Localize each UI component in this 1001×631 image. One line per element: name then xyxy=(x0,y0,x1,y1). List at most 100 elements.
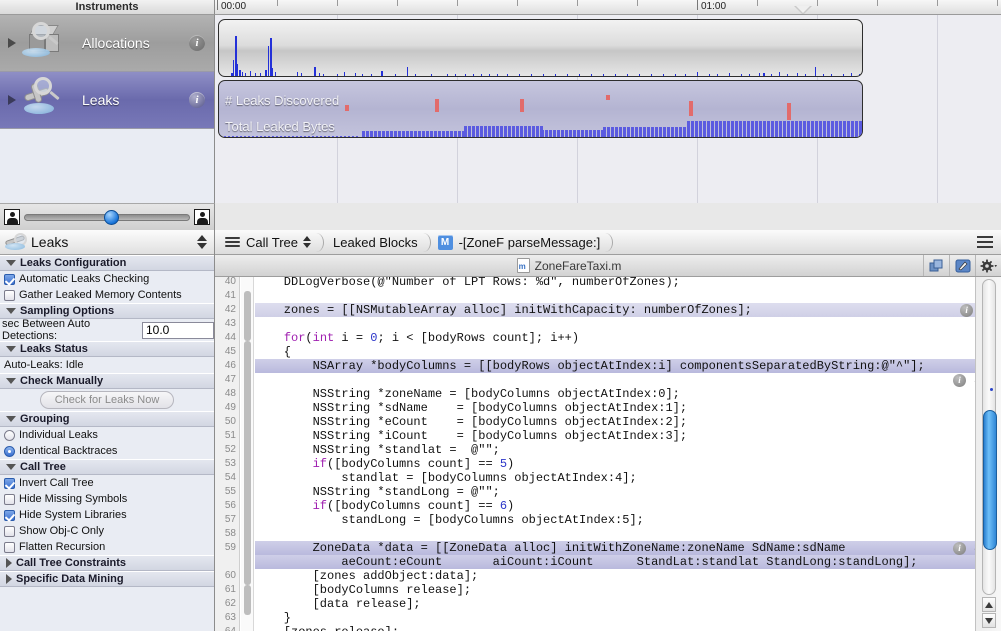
scrollbar-thumb[interactable] xyxy=(983,410,997,550)
leak-bytes-bar xyxy=(488,126,491,137)
triangle-down-icon[interactable] xyxy=(6,416,16,422)
code-folding-ribbon[interactable] xyxy=(241,277,254,631)
playhead-marker[interactable] xyxy=(794,6,812,14)
breadcrumb-selected-symbol[interactable]: M -[ZoneF parseMessage:] xyxy=(430,230,613,255)
list-menu-icon[interactable] xyxy=(977,233,993,251)
config-radio-row[interactable]: Identical Backtraces xyxy=(0,443,214,459)
config-checkbox-label: Hide Missing Symbols xyxy=(19,493,128,505)
disclosure-triangle-icon[interactable] xyxy=(8,95,16,105)
triangle-down-icon[interactable] xyxy=(6,378,16,384)
leak-bytes-bar xyxy=(851,121,854,137)
triangle-down-icon[interactable] xyxy=(6,464,16,470)
check-for-leaks-now-button[interactable]: Check for Leaks Now xyxy=(39,391,175,409)
config-section-header[interactable]: Specific Data Mining xyxy=(0,571,214,587)
leaks-discovered-marker xyxy=(520,99,524,112)
track-zoom-slider[interactable] xyxy=(0,203,215,230)
instrument-row-leaks[interactable]: Leaks i xyxy=(0,72,214,129)
info-icon[interactable]: i xyxy=(960,303,974,317)
person-large-icon[interactable] xyxy=(194,209,210,225)
checkbox-icon[interactable] xyxy=(4,509,15,521)
triangle-down-icon[interactable] xyxy=(6,308,16,314)
alloc-sample-bar xyxy=(431,74,432,76)
instruments-column-header: Instruments xyxy=(0,0,215,15)
leak-bytes-bar xyxy=(815,121,818,137)
triangle-right-icon[interactable] xyxy=(6,558,12,568)
config-checkbox-row[interactable]: Invert Call Tree xyxy=(0,475,214,491)
leak-bytes-bar xyxy=(296,136,298,137)
track-leaks[interactable]: # Leaks Discovered Total Leaked Bytes xyxy=(218,80,863,138)
track-allocations[interactable] xyxy=(218,19,863,77)
config-radio-row[interactable]: Individual Leaks xyxy=(0,427,214,443)
checkbox-icon[interactable] xyxy=(4,477,15,489)
checkbox-icon[interactable] xyxy=(4,273,15,285)
zoom-slider-track[interactable] xyxy=(24,209,190,225)
leak-bytes-bar xyxy=(348,136,350,137)
config-header[interactable]: Leaks xyxy=(0,230,214,255)
checkbox-icon[interactable] xyxy=(4,289,15,301)
breadcrumb-leaked-blocks[interactable]: Leaked Blocks xyxy=(323,230,431,255)
config-checkbox-row[interactable]: Show Obj-C Only xyxy=(0,523,214,539)
instrument-stepper-icon[interactable] xyxy=(196,235,208,249)
config-checkbox-row[interactable]: Hide Missing Symbols xyxy=(0,491,214,507)
checkbox-icon[interactable] xyxy=(4,493,15,505)
code-percent-annotation[interactable]: i38.5% xyxy=(875,541,975,555)
source-code-view[interactable]: 40 41 42 43 44 45 46 47 48 49 50 51 52 53 54 55 56 57 58 59… xyxy=(215,277,1001,631)
config-section-header[interactable]: Call Tree xyxy=(0,459,214,475)
alloc-sample-bar xyxy=(497,74,498,76)
triangle-right-icon[interactable] xyxy=(6,574,12,584)
triangle-down-icon[interactable] xyxy=(6,346,16,352)
config-checkbox-row[interactable]: Gather Leaked Memory Contents xyxy=(0,287,214,303)
leak-bytes-bar xyxy=(561,130,564,137)
checkbox-icon[interactable] xyxy=(4,525,15,537)
leak-bytes-bar xyxy=(739,121,742,137)
copy-icon[interactable] xyxy=(923,255,949,276)
code-percent-annotation[interactable]: i50.0% xyxy=(875,373,975,387)
person-small-icon[interactable] xyxy=(4,209,20,225)
config-checkbox-row[interactable]: Automatic Leaks Checking xyxy=(0,271,214,287)
scrollbar-track[interactable] xyxy=(982,279,997,595)
config-checkbox-label: Automatic Leaks Checking xyxy=(19,273,150,285)
leak-bytes-bar xyxy=(458,131,461,137)
code-line: NSString *standLong = @""; xyxy=(255,485,500,499)
edit-pencil-icon[interactable] xyxy=(949,255,975,276)
disclosure-triangle-icon[interactable] xyxy=(8,38,16,48)
timeline-ruler[interactable]: 00:00 01:00 xyxy=(215,0,1001,15)
scroll-up-arrow-icon[interactable] xyxy=(982,597,996,612)
code-percent-annotation[interactable]: i4.7% xyxy=(875,303,975,317)
gear-icon[interactable] xyxy=(975,255,1001,276)
leak-bytes-bar xyxy=(374,131,377,137)
leak-bytes-bar xyxy=(366,131,369,137)
checkbox-icon[interactable] xyxy=(4,541,15,553)
info-icon-leaks[interactable]: i xyxy=(189,92,205,108)
triangle-down-icon[interactable] xyxy=(6,260,16,266)
code-line: NSString *standlat = @""; xyxy=(255,443,500,457)
config-checkbox-row[interactable]: Hide System Libraries xyxy=(0,507,214,523)
line-number: 53 xyxy=(224,458,236,469)
config-section-header[interactable]: Call Tree Constraints xyxy=(0,555,214,571)
config-checkbox-row[interactable]: Flatten Recursion xyxy=(0,539,214,555)
zoom-slider-knob[interactable] xyxy=(103,209,119,225)
info-icon-allocations[interactable]: i xyxy=(189,35,205,51)
config-section-header[interactable]: Grouping xyxy=(0,411,214,427)
info-icon[interactable]: i xyxy=(952,373,966,387)
config-section-header[interactable]: Check Manually xyxy=(0,373,214,389)
config-section-header[interactable]: Leaks Status xyxy=(0,341,214,357)
radio-icon[interactable] xyxy=(4,429,15,441)
config-section-header[interactable]: Sampling Options xyxy=(0,303,214,319)
auto-detections-input[interactable] xyxy=(142,321,214,339)
instrument-row-allocations[interactable]: Allocations i xyxy=(0,15,214,72)
leak-bytes-bar xyxy=(260,136,262,137)
info-icon[interactable]: i xyxy=(952,541,966,555)
leak-bytes-bar xyxy=(659,127,662,137)
vertical-scrollbar[interactable] xyxy=(975,277,1001,631)
leak-bytes-bar xyxy=(707,121,710,137)
radio-icon[interactable] xyxy=(4,445,15,457)
config-section-header[interactable]: Leaks Configuration xyxy=(0,255,214,271)
alloc-sample-bar xyxy=(455,74,456,76)
alloc-sample-bar xyxy=(851,73,852,76)
breadcrumb-call-tree[interactable]: Call Tree xyxy=(215,230,325,255)
leak-bytes-bar xyxy=(549,130,552,137)
scroll-down-arrow-icon[interactable] xyxy=(982,613,996,628)
breadcrumb-stepper-icon[interactable] xyxy=(303,236,312,248)
leak-bytes-bar xyxy=(647,127,650,137)
